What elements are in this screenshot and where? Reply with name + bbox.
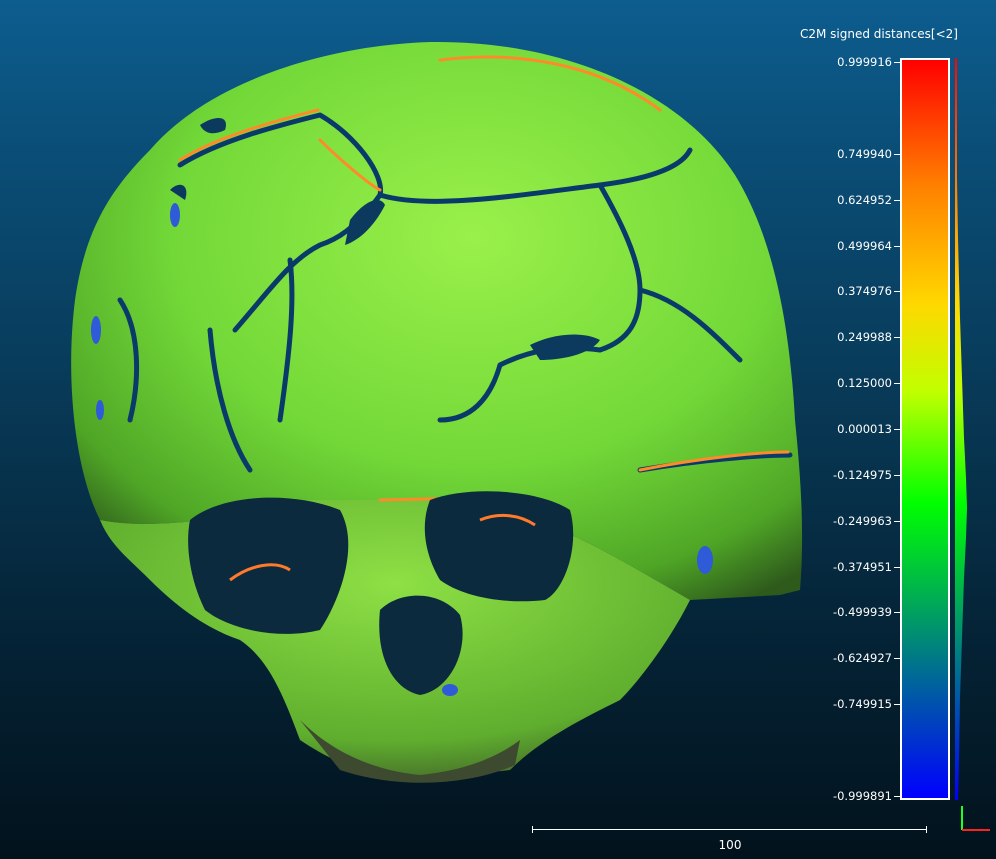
colorbar-tick-label: 0.000013: [837, 421, 892, 436]
colorbar-tick-label: 0.749940: [837, 146, 892, 161]
scale-bar-label: 100: [718, 838, 742, 852]
colorbar-tick-label: -0.374951: [832, 559, 892, 574]
colorbar-tick-label: -0.999891: [832, 789, 892, 803]
colorbar-tick-label: 0.624952: [837, 192, 892, 207]
colorbar-tick-mark: [894, 246, 900, 247]
colorbar-tick-mark: [894, 658, 900, 659]
colorbar-tick-label: 0.125000: [837, 376, 892, 391]
colorbar-tick-mark: [894, 337, 900, 338]
colorbar-tick-mark: [894, 567, 900, 568]
colorbar-tick-mark: [894, 521, 900, 522]
colorbar-tick-mark: [894, 154, 900, 155]
colorbar-tick-label: -0.749915: [832, 697, 892, 712]
scale-bar: [532, 826, 927, 833]
colorbar-tick-mark: [894, 291, 900, 292]
colorbar-title: C2M signed distances[<2]: [800, 27, 958, 41]
colorbar-tick-mark: [894, 429, 900, 430]
colorbar-tick-label: 0.499964: [837, 238, 892, 253]
colorbar-tick-label: -0.124975: [832, 467, 892, 482]
colorbar-gradient: [900, 58, 950, 800]
colorbar-tick-mark: [894, 612, 900, 613]
3d-viewport[interactable]: C2M signed distances[<2] 0.999916 0.74994…: [0, 0, 996, 859]
colorbar-tick-mark: [894, 200, 900, 201]
colorbar-tick-mark: [894, 475, 900, 476]
distance-histogram: [955, 58, 967, 800]
colorbar-tick-mark: [894, 704, 900, 705]
colorbar-tick-label: 0.249988: [837, 330, 892, 345]
axis-trihedron-icon: [961, 806, 990, 831]
colorbar-tick-label: 0.999916: [837, 55, 892, 69]
colorbar-tick-label: -0.499939: [832, 605, 892, 620]
colorbar-tick-mark: [894, 796, 900, 797]
colorbar-tick-mark: [894, 383, 900, 384]
colorbar-tick-mark: [894, 62, 900, 63]
colorbar-tick-label: -0.624927: [832, 651, 892, 666]
colorbar-tick-label: 0.374976: [837, 284, 892, 299]
colorbar-tick-label: -0.249963: [832, 513, 892, 528]
